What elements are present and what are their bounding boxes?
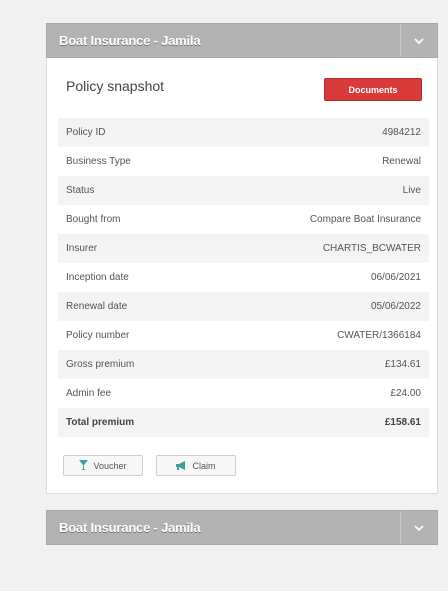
policy-details-table: Policy ID 4984212 Business Type Renewal St…	[58, 118, 429, 437]
row-value: Compare Boat Insurance	[309, 214, 421, 225]
row-label: Policy ID	[66, 127, 106, 138]
row-renewal-date: Renewal date 05/06/2022	[58, 292, 429, 321]
row-value: £24.00	[390, 388, 421, 399]
cocktail-glass-icon	[79, 460, 89, 470]
row-label: Gross premium	[66, 359, 135, 370]
row-label: Renewal date	[66, 301, 128, 312]
chevron-down-icon	[414, 37, 424, 44]
row-label: Inception date	[66, 272, 129, 283]
documents-button[interactable]: Documents	[324, 78, 422, 101]
row-label: Policy number	[66, 330, 130, 341]
row-admin-fee: Admin fee £24.00	[58, 379, 429, 408]
row-value: 06/06/2021	[370, 272, 421, 283]
row-value: 05/06/2022	[370, 301, 421, 312]
row-gross-premium: Gross premium £134.61	[58, 350, 429, 379]
row-total-premium: Total premium £158.61	[58, 408, 429, 437]
panel-title: Boat Insurance - Jamila	[59, 520, 201, 535]
policy-panel-header-1[interactable]: Boat Insurance - Jamila	[46, 23, 438, 58]
row-status: Status Live	[58, 176, 429, 205]
row-label: Status	[66, 185, 95, 196]
collapse-toggle[interactable]	[400, 24, 437, 57]
row-value: £134.61	[384, 359, 421, 370]
row-value: Renewal	[382, 156, 421, 167]
voucher-label: Voucher	[93, 460, 127, 471]
row-inception-date: Inception date 06/06/2021	[58, 263, 429, 292]
row-bought-from: Bought from Compare Boat Insurance	[58, 205, 429, 234]
row-policy-id: Policy ID 4984212	[58, 118, 429, 147]
row-insurer: Insurer CHARTIS_BCWATER	[58, 234, 429, 263]
policy-snapshot-card: Policy snapshot Documents Policy ID 49842…	[46, 58, 438, 494]
row-label: Total premium	[66, 417, 135, 428]
row-label: Insurer	[66, 243, 98, 254]
row-value: CHARTIS_BCWATER	[322, 243, 421, 254]
voucher-button[interactable]: Voucher	[63, 455, 143, 476]
snapshot-title: Policy snapshot	[66, 78, 165, 94]
collapse-toggle[interactable]	[400, 511, 437, 544]
row-value: 4984212	[382, 127, 421, 138]
row-label: Bought from	[66, 214, 121, 225]
claim-label: Claim	[192, 460, 216, 471]
chevron-down-icon	[414, 524, 424, 531]
claim-button[interactable]: Claim	[156, 455, 236, 476]
row-value: Live	[402, 185, 421, 196]
megaphone-icon	[176, 461, 186, 470]
policy-panel-header-2[interactable]: Boat Insurance - Jamila	[46, 510, 438, 545]
row-value: £158.61	[384, 417, 421, 428]
row-value: CWATER/1366184	[337, 330, 421, 341]
row-business-type: Business Type Renewal	[58, 147, 429, 176]
panel-title: Boat Insurance - Jamila	[59, 33, 201, 48]
row-policy-number: Policy number CWATER/1366184	[58, 321, 429, 350]
row-label: Business Type	[66, 156, 131, 167]
row-label: Admin fee	[66, 388, 112, 399]
